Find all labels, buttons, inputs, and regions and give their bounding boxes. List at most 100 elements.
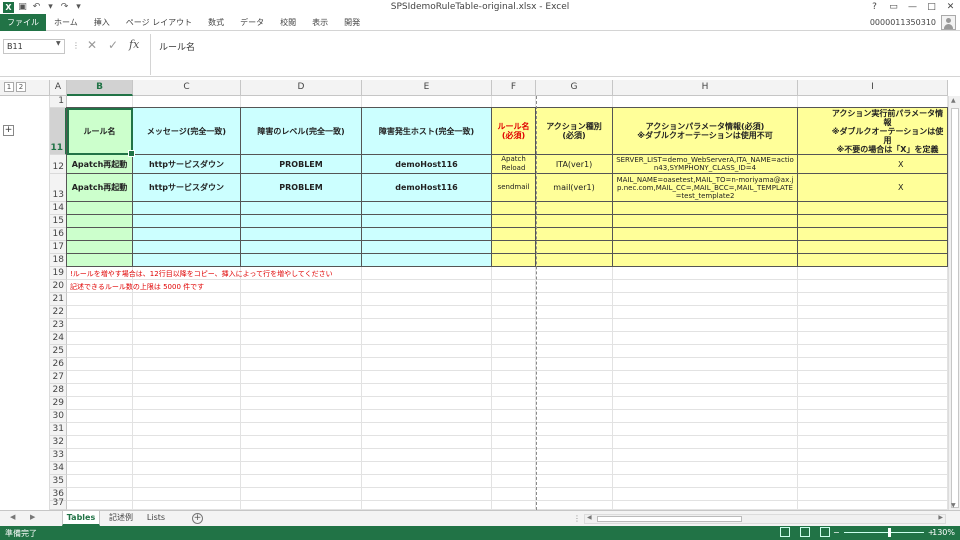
sheet-tab-examples[interactable]: 記述例: [104, 511, 138, 526]
scroll-right-icon[interactable]: ▶: [938, 514, 943, 521]
empty-cell[interactable]: [492, 202, 536, 215]
redo-icon[interactable]: ↷: [59, 2, 70, 13]
add-sheet-icon[interactable]: +: [192, 513, 203, 524]
row-header-23[interactable]: 23: [50, 319, 67, 332]
row-header-16[interactable]: 16: [50, 228, 67, 241]
empty-cell[interactable]: [798, 241, 948, 254]
sheet-prev-icon[interactable]: ◀: [10, 513, 15, 521]
column-header-d[interactable]: D: [241, 80, 362, 96]
empty-cell[interactable]: [492, 228, 536, 241]
zoom-level[interactable]: 130%: [932, 528, 955, 537]
vertical-scrollbar[interactable]: ▲ ▼: [948, 96, 960, 510]
name-box-dropdown-icon[interactable]: ▼: [56, 40, 61, 47]
cell-d13[interactable]: PROBLEM: [241, 174, 362, 202]
zoom-out-icon[interactable]: −: [833, 528, 840, 537]
vertical-scroll-thumb[interactable]: [951, 108, 959, 508]
empty-cell[interactable]: [492, 215, 536, 228]
empty-cell[interactable]: [492, 254, 536, 267]
tab-review[interactable]: 校閲: [272, 14, 304, 31]
column-header-c[interactable]: C: [133, 80, 241, 96]
row-header-21[interactable]: 21: [50, 293, 67, 306]
cell-i12[interactable]: X: [798, 155, 948, 174]
scroll-up-icon[interactable]: ▲: [951, 97, 956, 104]
cancel-icon[interactable]: ✕: [87, 38, 97, 52]
sheet-tab-tables[interactable]: Tables: [62, 511, 100, 526]
column-header-a[interactable]: A: [50, 80, 67, 96]
row-header-27[interactable]: 27: [50, 371, 67, 384]
tab-page-layout[interactable]: ページ レイアウト: [118, 14, 200, 31]
row-header-11[interactable]: 11: [50, 108, 67, 155]
formula-input[interactable]: ルール名: [150, 34, 958, 75]
row-header-17[interactable]: 17: [50, 241, 67, 254]
header-message[interactable]: メッセージ(完全一致): [133, 108, 241, 155]
header-action-type[interactable]: アクション種別 (必須): [536, 108, 613, 155]
sheet-next-icon[interactable]: ▶: [30, 513, 35, 521]
empty-cell[interactable]: [133, 202, 241, 215]
tab-view[interactable]: 表示: [304, 14, 336, 31]
tab-insert[interactable]: 挿入: [86, 14, 118, 31]
row-header-19[interactable]: 19: [50, 267, 67, 280]
tab-formulas[interactable]: 数式: [200, 14, 232, 31]
empty-cell[interactable]: [798, 215, 948, 228]
scroll-left-icon[interactable]: ◀: [587, 514, 592, 521]
empty-cell[interactable]: [536, 254, 613, 267]
undo-dropdown-icon[interactable]: ▾: [45, 2, 56, 13]
row-header-34[interactable]: 34: [50, 462, 67, 475]
empty-cell[interactable]: [362, 202, 492, 215]
header-pre-action-params[interactable]: アクション実行前パラメータ情報 ※ダブルクオーテーションは使用 ※不要の場合は「…: [798, 108, 948, 155]
ribbon-display-button[interactable]: ▭: [884, 0, 903, 14]
help-button[interactable]: ?: [865, 0, 884, 14]
tab-split-handle-icon[interactable]: ⋮: [573, 514, 581, 523]
note-rule-limit[interactable]: 記述できるルール数の上限は 5000 件です: [70, 282, 204, 292]
horizontal-scrollbar[interactable]: ◀ ▶: [584, 514, 946, 524]
empty-cell[interactable]: [613, 215, 798, 228]
header-action-params[interactable]: アクションパラメータ情報(必須) ※ダブルクオーテーションは使用不可: [613, 108, 798, 155]
save-icon[interactable]: ▣: [17, 2, 28, 13]
empty-cell[interactable]: [67, 254, 133, 267]
cell-f12[interactable]: Apatch Reload: [492, 155, 536, 174]
empty-cell[interactable]: [241, 228, 362, 241]
empty-cell[interactable]: [133, 215, 241, 228]
row-header-33[interactable]: 33: [50, 449, 67, 462]
row-header-26[interactable]: 26: [50, 358, 67, 371]
empty-cell[interactable]: [613, 202, 798, 215]
column-header-b[interactable]: B: [67, 80, 133, 96]
row-header-12[interactable]: 12: [50, 155, 67, 174]
row-header-20[interactable]: 20: [50, 280, 67, 293]
row-header-31[interactable]: 31: [50, 423, 67, 436]
empty-cell[interactable]: [241, 215, 362, 228]
empty-cell[interactable]: [536, 215, 613, 228]
insert-function-icon[interactable]: fx: [129, 38, 139, 51]
row-header-18[interactable]: 18: [50, 254, 67, 267]
empty-cell[interactable]: [67, 202, 133, 215]
formula-bar-grip-icon[interactable]: ⋮: [72, 41, 80, 50]
outline-level-1-button[interactable]: 1: [4, 82, 14, 92]
header-rule-name[interactable]: ルール名: [67, 108, 133, 155]
cell-g12[interactable]: ITA(ver1): [536, 155, 613, 174]
tab-data[interactable]: データ: [232, 14, 272, 31]
note-add-rules[interactable]: !ルールを増やす場合は、12行目以降をコピー、挿入によって行を増やしてください: [70, 269, 333, 279]
empty-cell[interactable]: [613, 254, 798, 267]
zoom-slider[interactable]: − +: [833, 528, 934, 537]
empty-cell[interactable]: [241, 254, 362, 267]
column-header-g[interactable]: G: [536, 80, 613, 96]
tab-file[interactable]: ファイル: [0, 13, 46, 31]
empty-cell[interactable]: [798, 202, 948, 215]
row-header-25[interactable]: 25: [50, 345, 67, 358]
empty-cell[interactable]: [362, 215, 492, 228]
maximize-button[interactable]: □: [922, 0, 941, 14]
row-header-22[interactable]: 22: [50, 306, 67, 319]
row-header-14[interactable]: 14: [50, 202, 67, 215]
undo-icon[interactable]: ↶: [31, 2, 42, 13]
row-header-35[interactable]: 35: [50, 475, 67, 488]
empty-cell[interactable]: [362, 254, 492, 267]
cell-i13[interactable]: X: [798, 174, 948, 202]
cell-d12[interactable]: PROBLEM: [241, 155, 362, 174]
empty-cell[interactable]: [536, 241, 613, 254]
page-break-view-icon[interactable]: [820, 527, 830, 537]
close-button[interactable]: ✕: [941, 0, 960, 14]
empty-cell[interactable]: [241, 202, 362, 215]
empty-cell[interactable]: [536, 228, 613, 241]
cell-h12[interactable]: SERVER_LIST=demo_WebServerA,ITA_NAME=act…: [613, 155, 798, 174]
header-rule-name-required[interactable]: ルール名 (必須): [492, 108, 536, 155]
